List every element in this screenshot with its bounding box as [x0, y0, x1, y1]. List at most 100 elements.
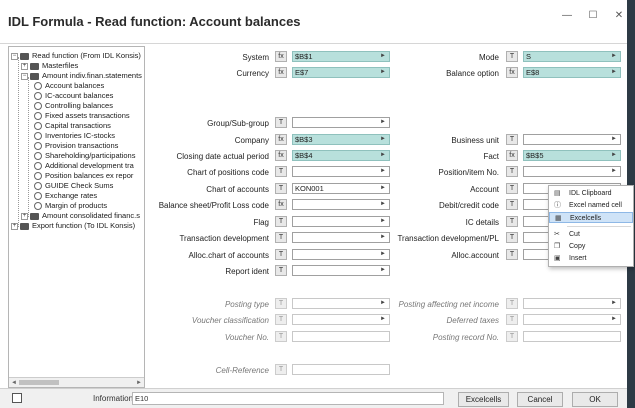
currency-field[interactable]: E$7 ►: [292, 67, 390, 78]
business-unit-mode-toggle[interactable]: T: [506, 134, 518, 145]
context-item-copy[interactable]: ❐ Copy: [549, 241, 633, 252]
tree-item-shareholding[interactable]: Shareholding/participations: [34, 151, 135, 161]
chart-accounts-mode-toggle[interactable]: T: [275, 183, 287, 194]
tree-item-account-balances[interactable]: Account balances: [34, 81, 104, 91]
tree-item-controlling-balances[interactable]: Controlling balances: [34, 101, 113, 111]
horizontal-scrollbar[interactable]: ◄ ►: [9, 377, 144, 387]
dropdown-arrow-icon[interactable]: ►: [380, 68, 386, 77]
excelcells-button[interactable]: Excelcells: [458, 392, 509, 407]
context-item-insert[interactable]: ▣ Insert: [549, 253, 633, 264]
group-subgroup-mode-toggle[interactable]: T: [275, 117, 287, 128]
balance-sheet-loss-mode-toggle[interactable]: fx: [275, 199, 287, 210]
information-field[interactable]: E10: [132, 392, 444, 405]
chart-accounts-label: Chart of accounts: [206, 185, 269, 194]
tree-item-exchange-rates[interactable]: Exchange rates: [34, 191, 97, 201]
debit-credit-code-mode-toggle[interactable]: T: [506, 199, 518, 210]
option-checkbox[interactable]: [12, 393, 22, 403]
tree-item-guide-check-sums[interactable]: GUIDE Check Sums: [34, 181, 113, 191]
dropdown-arrow-icon[interactable]: ►: [380, 233, 386, 242]
dropdown-arrow-icon[interactable]: ►: [380, 167, 386, 176]
context-item-cut[interactable]: ✂ Cut: [549, 229, 633, 240]
dropdown-arrow-icon[interactable]: ►: [611, 167, 617, 176]
tree-item-amount-consolidated[interactable]: + Amount consolidated financ.s: [21, 211, 140, 221]
fact-field[interactable]: $B$5 ►: [523, 150, 621, 161]
context-item-excel-named-cell[interactable]: ⓘ Excel named cell: [549, 200, 633, 211]
tree-item-provision[interactable]: Provision transactions: [34, 141, 118, 151]
tree-item-position-balances[interactable]: Position balances ex repor: [34, 171, 133, 181]
dropdown-arrow-icon[interactable]: ►: [611, 135, 617, 144]
dropdown-arrow-icon[interactable]: ►: [380, 135, 386, 144]
flag-field[interactable]: ►: [292, 216, 390, 227]
collapse-icon[interactable]: −: [11, 52, 18, 60]
dropdown-arrow-icon[interactable]: ►: [380, 266, 386, 275]
context-item-excelcells[interactable]: ▦ Excelcells: [549, 212, 633, 223]
scroll-thumb[interactable]: [19, 380, 59, 385]
dropdown-arrow-icon[interactable]: ►: [611, 68, 617, 77]
balance-option-field[interactable]: E$8 ►: [523, 67, 621, 78]
fact-mode-toggle[interactable]: fx: [506, 150, 518, 161]
dropdown-arrow-icon[interactable]: ►: [380, 200, 386, 209]
system-field[interactable]: $B$1 ►: [292, 51, 390, 62]
maximize-button[interactable]: ☐: [583, 8, 603, 24]
alloc-account-mode-toggle[interactable]: T: [506, 249, 518, 260]
report-ident-field[interactable]: ►: [292, 265, 390, 276]
voucher-no-mode-toggle: T: [275, 331, 287, 342]
group-subgroup-field[interactable]: ►: [292, 117, 390, 128]
dropdown-arrow-icon[interactable]: ►: [611, 151, 617, 160]
alloc-chart-accounts-mode-toggle[interactable]: T: [275, 249, 287, 260]
tree-item-inventories[interactable]: Inventories IC-stocks: [34, 131, 115, 141]
balance-sheet-loss-field[interactable]: ►: [292, 199, 390, 210]
tree-item-fixed-assets[interactable]: Fixed assets transactions: [34, 111, 130, 121]
position-item-no-mode-toggle[interactable]: T: [506, 166, 518, 177]
tree-item-ic-account-balances[interactable]: IC-account balances: [34, 91, 113, 101]
closing-date-mode-toggle[interactable]: fx: [275, 150, 287, 161]
business-unit-field[interactable]: ►: [523, 134, 621, 145]
expand-icon[interactable]: +: [21, 62, 28, 70]
mode-mode-toggle[interactable]: T: [506, 51, 518, 62]
transaction-development-mode-toggle[interactable]: T: [275, 232, 287, 243]
dropdown-arrow-icon[interactable]: ►: [380, 118, 386, 127]
ic-details-mode-toggle[interactable]: T: [506, 216, 518, 227]
minimize-button[interactable]: —: [557, 8, 577, 24]
position-item-no-field[interactable]: ►: [523, 166, 621, 177]
cancel-button[interactable]: Cancel: [517, 392, 563, 407]
dropdown-arrow-icon[interactable]: ►: [380, 184, 386, 193]
flag-mode-toggle[interactable]: T: [275, 216, 287, 227]
balance-option-mode-toggle[interactable]: fx: [506, 67, 518, 78]
mode-field[interactable]: S ►: [523, 51, 621, 62]
tree-item-margin-products[interactable]: Margin of products: [34, 201, 107, 211]
expand-icon[interactable]: +: [11, 222, 18, 230]
chart-positions-code-field[interactable]: ►: [292, 166, 390, 177]
chart-accounts-field[interactable]: KON001 ►: [292, 183, 390, 194]
account-mode-toggle[interactable]: T: [506, 183, 518, 194]
dropdown-arrow-icon[interactable]: ►: [611, 52, 617, 61]
dropdown-arrow-icon[interactable]: ►: [380, 217, 386, 226]
alloc-chart-accounts-field[interactable]: ►: [292, 249, 390, 260]
function-tree[interactable]: − Read function (From IDL Konsis) + Mast…: [8, 46, 145, 388]
context-item-idl-clipboard[interactable]: ▤ IDL Clipboard: [549, 188, 633, 199]
report-ident-mode-toggle[interactable]: T: [275, 265, 287, 276]
tree-item-masterfiles[interactable]: + Masterfiles: [21, 61, 78, 71]
tree-item-capital-transactions[interactable]: Capital transactions: [34, 121, 111, 131]
transaction-development-field[interactable]: ►: [292, 232, 390, 243]
expand-icon[interactable]: +: [21, 212, 28, 220]
tree-item-amount-indiv[interactable]: − Amount indiv.finan.statements: [21, 71, 142, 81]
scroll-right-icon[interactable]: ►: [136, 378, 142, 387]
dropdown-arrow-icon[interactable]: ►: [380, 250, 386, 259]
company-field[interactable]: $B$3 ►: [292, 134, 390, 145]
scroll-left-icon[interactable]: ◄: [11, 378, 17, 387]
dropdown-arrow-icon[interactable]: ►: [380, 151, 386, 160]
dropdown-arrow-icon[interactable]: ►: [380, 52, 386, 61]
system-mode-toggle[interactable]: fx: [275, 51, 287, 62]
collapse-icon[interactable]: −: [21, 72, 28, 80]
ok-button[interactable]: OK: [572, 392, 618, 407]
tree-item-read-function[interactable]: − Read function (From IDL Konsis): [11, 51, 141, 61]
chart-positions-code-mode-toggle[interactable]: T: [275, 166, 287, 177]
closing-date-field[interactable]: $B$4 ►: [292, 150, 390, 161]
currency-mode-toggle[interactable]: fx: [275, 67, 287, 78]
company-mode-toggle[interactable]: fx: [275, 134, 287, 145]
close-button[interactable]: ✕: [609, 8, 629, 24]
tree-item-export-function[interactable]: + Export function (To IDL Konsis): [11, 221, 135, 231]
transaction-development-pl-mode-toggle[interactable]: T: [506, 232, 518, 243]
tree-item-additional-development[interactable]: Additional development tra: [34, 161, 134, 171]
